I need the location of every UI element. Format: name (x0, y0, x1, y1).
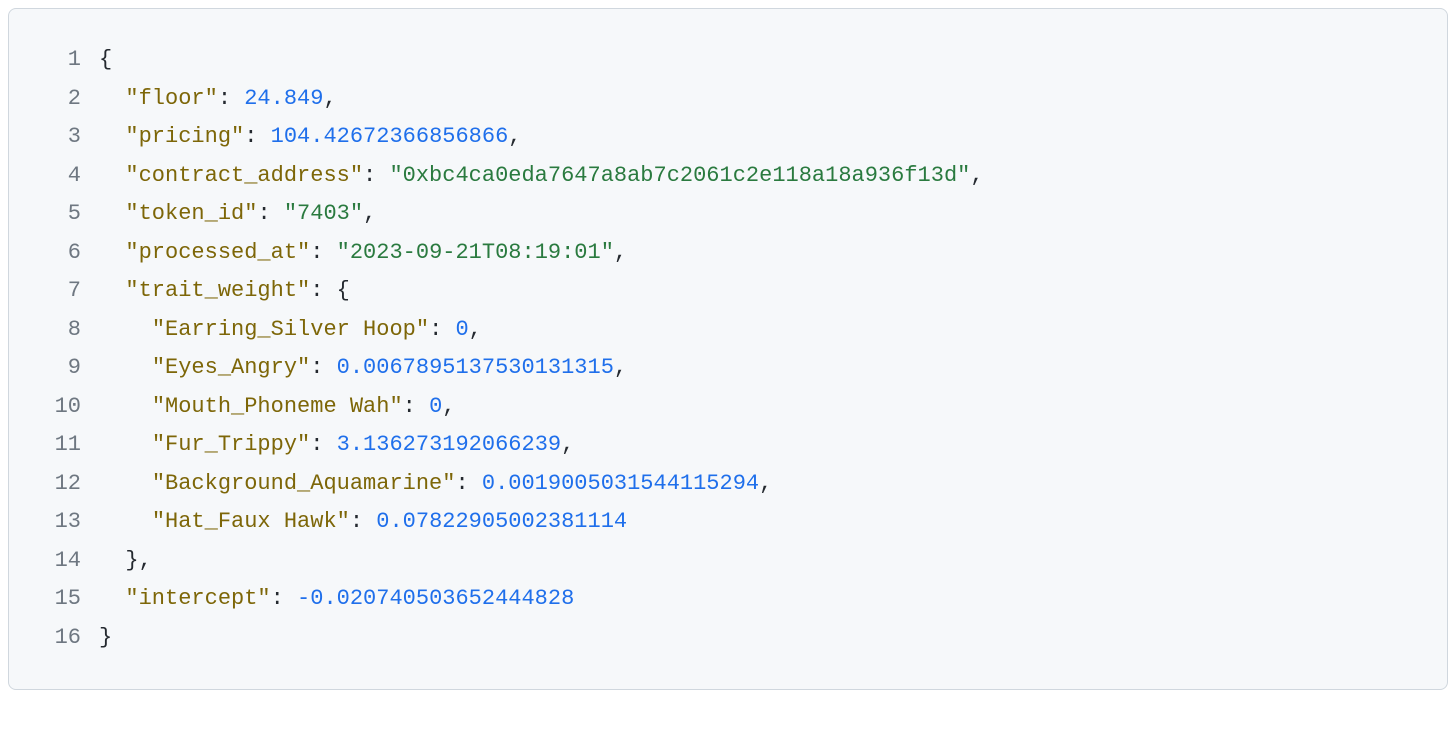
code-line: 5 "token_id": "7403", (37, 195, 1419, 234)
code-content: "processed_at": "2023-09-21T08:19:01", (99, 234, 627, 273)
line-number: 1 (37, 41, 81, 80)
code-content: "floor": 24.849, (99, 80, 337, 119)
code-content: "token_id": "7403", (99, 195, 376, 234)
code-line: 15 "intercept": -0.020740503652444828 (37, 580, 1419, 619)
code-line: 16} (37, 619, 1419, 658)
code-line: 14 }, (37, 542, 1419, 581)
line-number: 15 (37, 580, 81, 619)
code-content: "Earring_Silver Hoop": 0, (99, 311, 482, 350)
line-number: 3 (37, 118, 81, 157)
code-content: "Mouth_Phoneme Wah": 0, (99, 388, 455, 427)
code-line: 7 "trait_weight": { (37, 272, 1419, 311)
code-line: 6 "processed_at": "2023-09-21T08:19:01", (37, 234, 1419, 273)
line-number: 5 (37, 195, 81, 234)
line-number: 7 (37, 272, 81, 311)
code-block: 1{2 "floor": 24.849,3 "pricing": 104.426… (8, 8, 1448, 690)
code-line: 12 "Background_Aquamarine": 0.0019005031… (37, 465, 1419, 504)
line-number: 6 (37, 234, 81, 273)
code-content: }, (99, 542, 152, 581)
line-number: 16 (37, 619, 81, 658)
code-line: 8 "Earring_Silver Hoop": 0, (37, 311, 1419, 350)
code-content: "pricing": 104.42672366856866, (99, 118, 521, 157)
line-number: 4 (37, 157, 81, 196)
code-content: { (99, 41, 112, 80)
code-content: "intercept": -0.020740503652444828 (99, 580, 574, 619)
code-line: 2 "floor": 24.849, (37, 80, 1419, 119)
line-number: 14 (37, 542, 81, 581)
line-number: 9 (37, 349, 81, 388)
line-number: 2 (37, 80, 81, 119)
code-content: "Eyes_Angry": 0.0067895137530131315, (99, 349, 627, 388)
code-content: "Background_Aquamarine": 0.0019005031544… (99, 465, 772, 504)
line-number: 11 (37, 426, 81, 465)
line-number: 10 (37, 388, 81, 427)
code-line: 11 "Fur_Trippy": 3.136273192066239, (37, 426, 1419, 465)
code-content: "trait_weight": { (99, 272, 350, 311)
line-number: 12 (37, 465, 81, 504)
code-content: "contract_address": "0xbc4ca0eda7647a8ab… (99, 157, 984, 196)
code-content: "Hat_Faux Hawk": 0.07822905002381114 (99, 503, 627, 542)
code-line: 3 "pricing": 104.42672366856866, (37, 118, 1419, 157)
code-line: 4 "contract_address": "0xbc4ca0eda7647a8… (37, 157, 1419, 196)
line-number: 13 (37, 503, 81, 542)
line-number: 8 (37, 311, 81, 350)
code-line: 1{ (37, 41, 1419, 80)
code-content: } (99, 619, 112, 658)
code-content: "Fur_Trippy": 3.136273192066239, (99, 426, 574, 465)
code-line: 10 "Mouth_Phoneme Wah": 0, (37, 388, 1419, 427)
code-line: 13 "Hat_Faux Hawk": 0.07822905002381114 (37, 503, 1419, 542)
code-line: 9 "Eyes_Angry": 0.0067895137530131315, (37, 349, 1419, 388)
